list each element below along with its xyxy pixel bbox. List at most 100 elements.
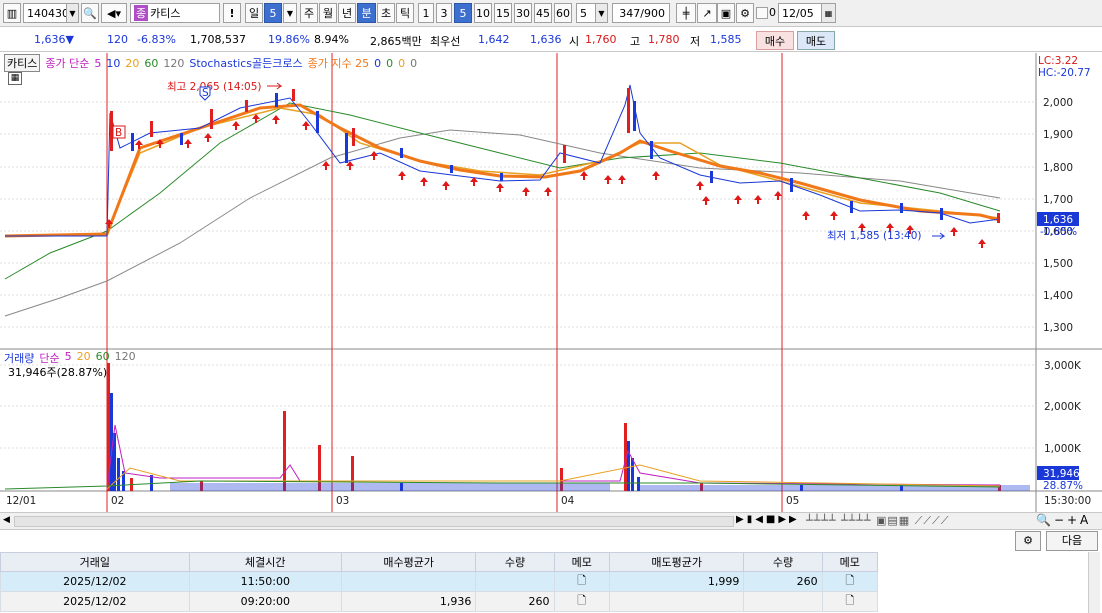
minute-1[interactable]: 1 [418, 3, 434, 23]
memo-icon[interactable]: 🗋 [553, 571, 610, 592]
price-legend: 카티스 종가 단순 5 10 20 60 120 Stochastics골든크로… [4, 54, 417, 72]
count-field[interactable]: 347/900 [612, 3, 670, 23]
best-bid: 1,636 [530, 33, 562, 46]
svg-text:1,700: 1,700 [1043, 194, 1073, 206]
chart-panel[interactable]: 2,000 1,900 1,800 1,700 1,600 1,400 1,300 1,5… [0, 53, 1102, 512]
cell-buy-qty [475, 571, 555, 592]
change-rate: -6.83% [137, 33, 176, 46]
svg-text:12/01: 12/01 [6, 495, 36, 507]
svg-text:05: 05 [786, 495, 799, 507]
volume-last-value: 31,946주(28.87%) [8, 366, 108, 379]
minute-30[interactable]: 30 [514, 3, 532, 23]
save-icon[interactable]: ▣ [717, 3, 735, 23]
tab-year[interactable]: 년 [338, 3, 356, 23]
cell-sell-qty [743, 591, 823, 612]
tab-tick[interactable]: 틱 [396, 3, 414, 23]
alert-button[interactable]: ! [223, 3, 241, 23]
period-num-button[interactable]: 5 [264, 3, 282, 23]
stock-name-field[interactable]: 종 카티스 [130, 3, 220, 23]
col-sell-avg: 매도평균가 [608, 552, 745, 572]
period-dropdown-icon[interactable]: ▼ [283, 3, 297, 23]
zoom-controls-icon[interactable]: 🔍−+A [1036, 513, 1091, 527]
toolbar: ▥ 140430 ▼ 🔍 ◀▾ 종 카티스 ! 일 5 ▼ 주 월 년 분 초 틱 … [0, 0, 1102, 27]
date-field[interactable]: 12/05 ▦ [778, 3, 836, 23]
minute-10[interactable]: 10 [474, 3, 492, 23]
svg-text:3,000K: 3,000K [1044, 360, 1082, 372]
col-buy-qty: 수량 [475, 552, 555, 572]
current-pct-tag: -0.85% [1040, 226, 1077, 238]
search-icon[interactable]: 🔍 [81, 3, 99, 23]
scroll-left-icon[interactable]: ◀ [3, 515, 10, 525]
buy-button[interactable]: 매수 [756, 31, 794, 50]
scroll-track[interactable] [14, 516, 734, 527]
current-price-tag: 1,636 [1043, 214, 1073, 226]
hc-label: HC:-20.77 [1038, 67, 1091, 79]
legend-ema-zero-3: 0 [398, 56, 406, 70]
legend-stock-name[interactable]: 카티스 [4, 54, 41, 72]
svg-text:15:30:00: 15:30:00 [1044, 495, 1091, 507]
table-row[interactable]: 2025/12/02 11:50:00 🗋 1,999 260 🗋 [0, 571, 879, 592]
lc-label: LC:3.22 [1038, 55, 1078, 67]
svg-text:03: 03 [336, 495, 349, 507]
gear-icon[interactable]: ⚙ [736, 3, 754, 23]
sell-button[interactable]: 매도 [797, 31, 835, 50]
minute-3[interactable]: 3 [436, 3, 452, 23]
price-tick-1500: 1,500 [1043, 258, 1073, 270]
legend-ema-label: 종가 지수 25 [307, 57, 370, 70]
chart-tools-icon[interactable]: ┴┴┴┴ ┴┴┴┴ ▣▤▦ ⟋⟋⟋⟋ [806, 514, 949, 528]
col-trade-date: 거래일 [0, 552, 190, 572]
svg-text:1,400: 1,400 [1043, 290, 1073, 302]
settings-gear-icon[interactable]: ⚙ [1015, 531, 1041, 551]
scroll-controls-icon[interactable]: ▶▮◀■▶▶ [736, 514, 800, 525]
next-button[interactable]: 다음 [1046, 531, 1098, 551]
chart-scrollbar[interactable]: ◀ ▶▮◀■▶▶ ┴┴┴┴ ┴┴┴┴ ▣▤▦ ⟋⟋⟋⟋ 🔍−+A [0, 512, 1102, 530]
table-scrollbar[interactable] [1088, 552, 1100, 613]
cell-sell-avg [608, 591, 745, 612]
legend-sma-5: 5 [94, 56, 102, 70]
sell-signal-marker: S [202, 87, 209, 99]
memo-add-icon[interactable]: 🗋 [821, 571, 879, 592]
high-price: 1,780 [648, 33, 680, 46]
legend-sma-label: 종가 단순 [45, 57, 90, 70]
cell-date: 2025/12/02 [0, 571, 190, 592]
cell-buy-avg: 1,936 [340, 591, 477, 612]
buy-signal-marker: B [115, 127, 122, 139]
memo-add-icon[interactable]: 🗋 [553, 591, 610, 612]
col-sell-qty: 수량 [743, 552, 823, 572]
minute-45[interactable]: 45 [534, 3, 552, 23]
best-ask: 1,642 [478, 33, 510, 46]
checkbox-icon[interactable] [756, 7, 768, 19]
minute-60[interactable]: 60 [554, 3, 572, 23]
memo-icon[interactable]: 🗋 [821, 591, 879, 612]
stock-code-field[interactable]: 140430 ▼ [23, 3, 79, 23]
price-chart[interactable]: 2,0001,9001,8001,700 1,6001,4001,300 1,5… [0, 53, 1102, 512]
volume-value: 1,708,537 [190, 33, 246, 46]
cell-sell-qty: 260 [743, 571, 823, 592]
legend-sma-60: 60 [144, 56, 159, 70]
minute-5[interactable]: 5 [454, 3, 472, 23]
legend-stochastics: Stochastics골든크로스 [189, 57, 303, 70]
tab-week[interactable]: 주 [300, 3, 318, 23]
turnover-rate: 19.86% [268, 33, 310, 46]
window-menu-icon[interactable]: ▥ [3, 3, 21, 23]
candle-style-icon[interactable]: ╪ [676, 3, 696, 23]
open-label: 시 [569, 35, 580, 48]
col-buy-avg: 매수평균가 [340, 552, 477, 572]
grid-toggle-icon[interactable]: ▦ [8, 72, 22, 85]
checkbox-label: 0 [769, 6, 776, 19]
tab-second[interactable]: 초 [377, 3, 395, 23]
minute-15[interactable]: 15 [494, 3, 512, 23]
low-label: 저 [690, 35, 701, 48]
sound-icon[interactable]: ◀▾ [101, 3, 127, 23]
tab-month[interactable]: 월 [319, 3, 337, 23]
price-change: 120 [107, 33, 128, 46]
tab-minute[interactable]: 분 [357, 3, 376, 23]
volume-current-tag: 31,946 [1043, 468, 1080, 480]
table-row[interactable]: 2025/12/02 09:20:00 1,936 260 🗋 🗋 [0, 591, 879, 612]
line-tool-icon[interactable]: ↗ [697, 3, 717, 23]
cell-time: 09:20:00 [188, 591, 342, 612]
open-price: 1,760 [585, 33, 617, 46]
period-day-button[interactable]: 일 [245, 3, 263, 23]
low-annotation: 최저 1,585 (13:40) [827, 230, 922, 242]
interval-select[interactable]: 5 ▼ [576, 3, 608, 23]
